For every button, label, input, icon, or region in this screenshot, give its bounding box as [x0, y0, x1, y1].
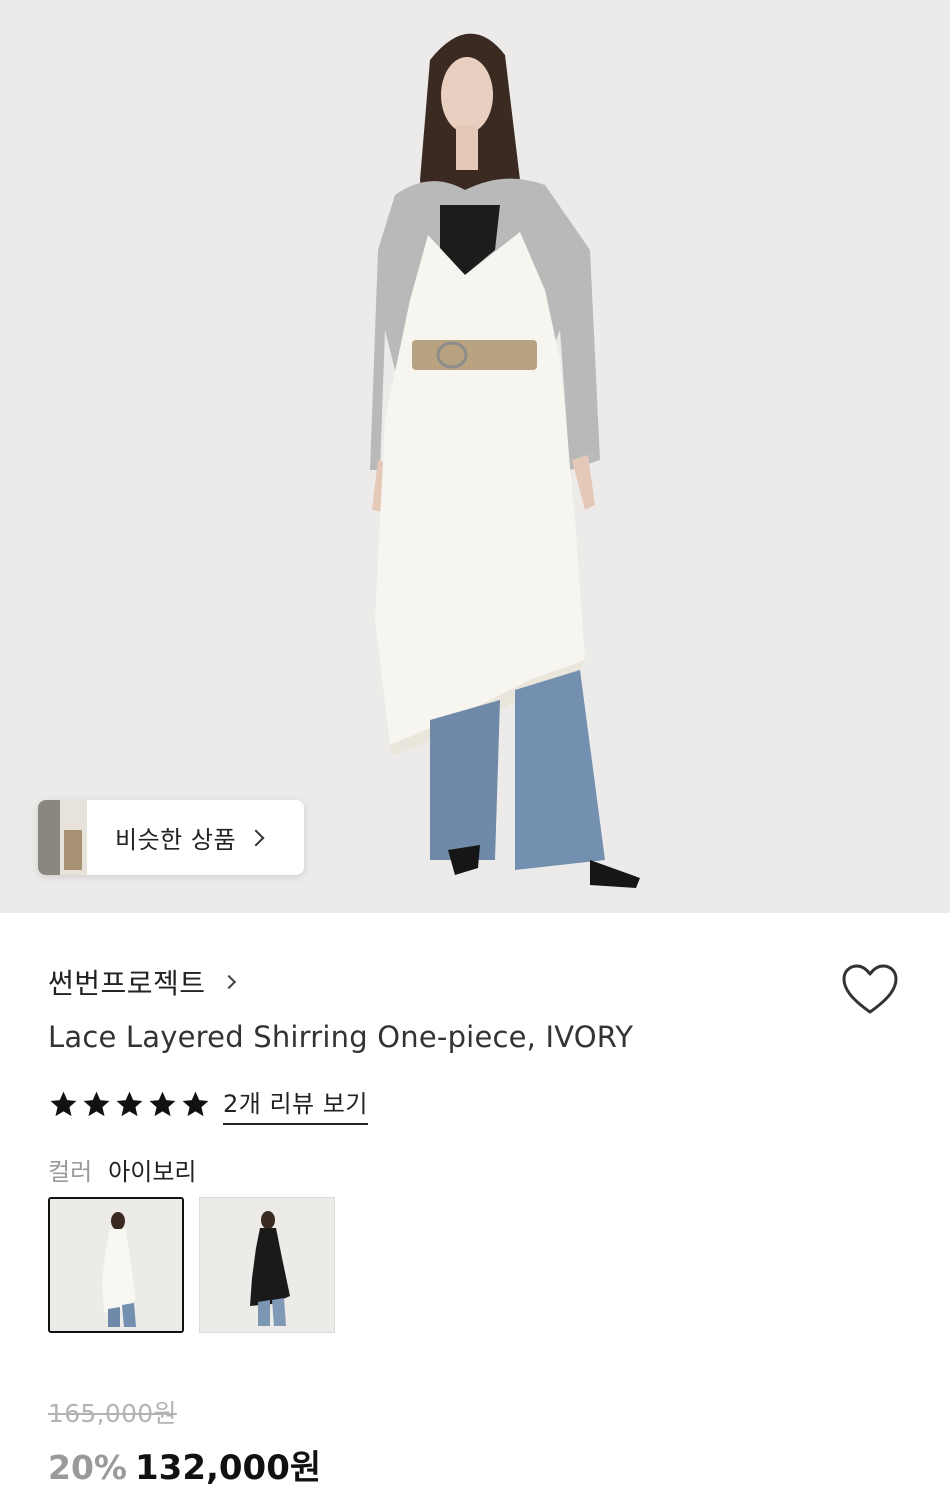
- color-swatches: [48, 1197, 335, 1333]
- rating-row: 2개 리뷰 보기: [48, 1084, 368, 1125]
- wishlist-button[interactable]: [840, 962, 900, 1018]
- star-icon: [149, 1091, 176, 1117]
- brand-name: 썬번프로젝트: [48, 967, 206, 1000]
- price-row: 20% 132,000원: [48, 1440, 321, 1489]
- color-selection-label: 컬러 아이보리: [48, 1152, 197, 1187]
- color-value: 아이보리: [108, 1158, 197, 1186]
- similar-products-label: 비슷한 상품: [115, 826, 237, 854]
- product-hero-image[interactable]: 비슷한 상품: [0, 0, 950, 913]
- star-icon: [182, 1091, 209, 1117]
- color-swatch-black[interactable]: [199, 1197, 335, 1333]
- brand-link[interactable]: 썬번프로젝트: [48, 962, 236, 1002]
- heart-outline-icon: [842, 964, 898, 1014]
- color-swatch-ivory[interactable]: [48, 1197, 184, 1333]
- product-title: Lace Layered Shirring One-piece, IVORY: [48, 1020, 634, 1054]
- sale-price: 132,000원: [135, 1448, 322, 1488]
- chevron-right-icon: [247, 829, 265, 846]
- star-icon: [116, 1091, 143, 1117]
- similar-products-button[interactable]: 비슷한 상품: [38, 800, 304, 875]
- star-icon: [83, 1091, 110, 1117]
- similar-products-thumbnail: [38, 800, 87, 875]
- discount-rate: 20%: [48, 1448, 127, 1487]
- chevron-right-icon: [221, 974, 236, 990]
- model-illustration: [370, 33, 640, 888]
- star-icon: [50, 1091, 77, 1117]
- star-rating: [48, 1089, 211, 1120]
- original-price: 165,000원: [48, 1399, 177, 1428]
- view-reviews-link[interactable]: 2개 리뷰 보기: [223, 1084, 368, 1125]
- color-key: 컬러: [48, 1158, 93, 1186]
